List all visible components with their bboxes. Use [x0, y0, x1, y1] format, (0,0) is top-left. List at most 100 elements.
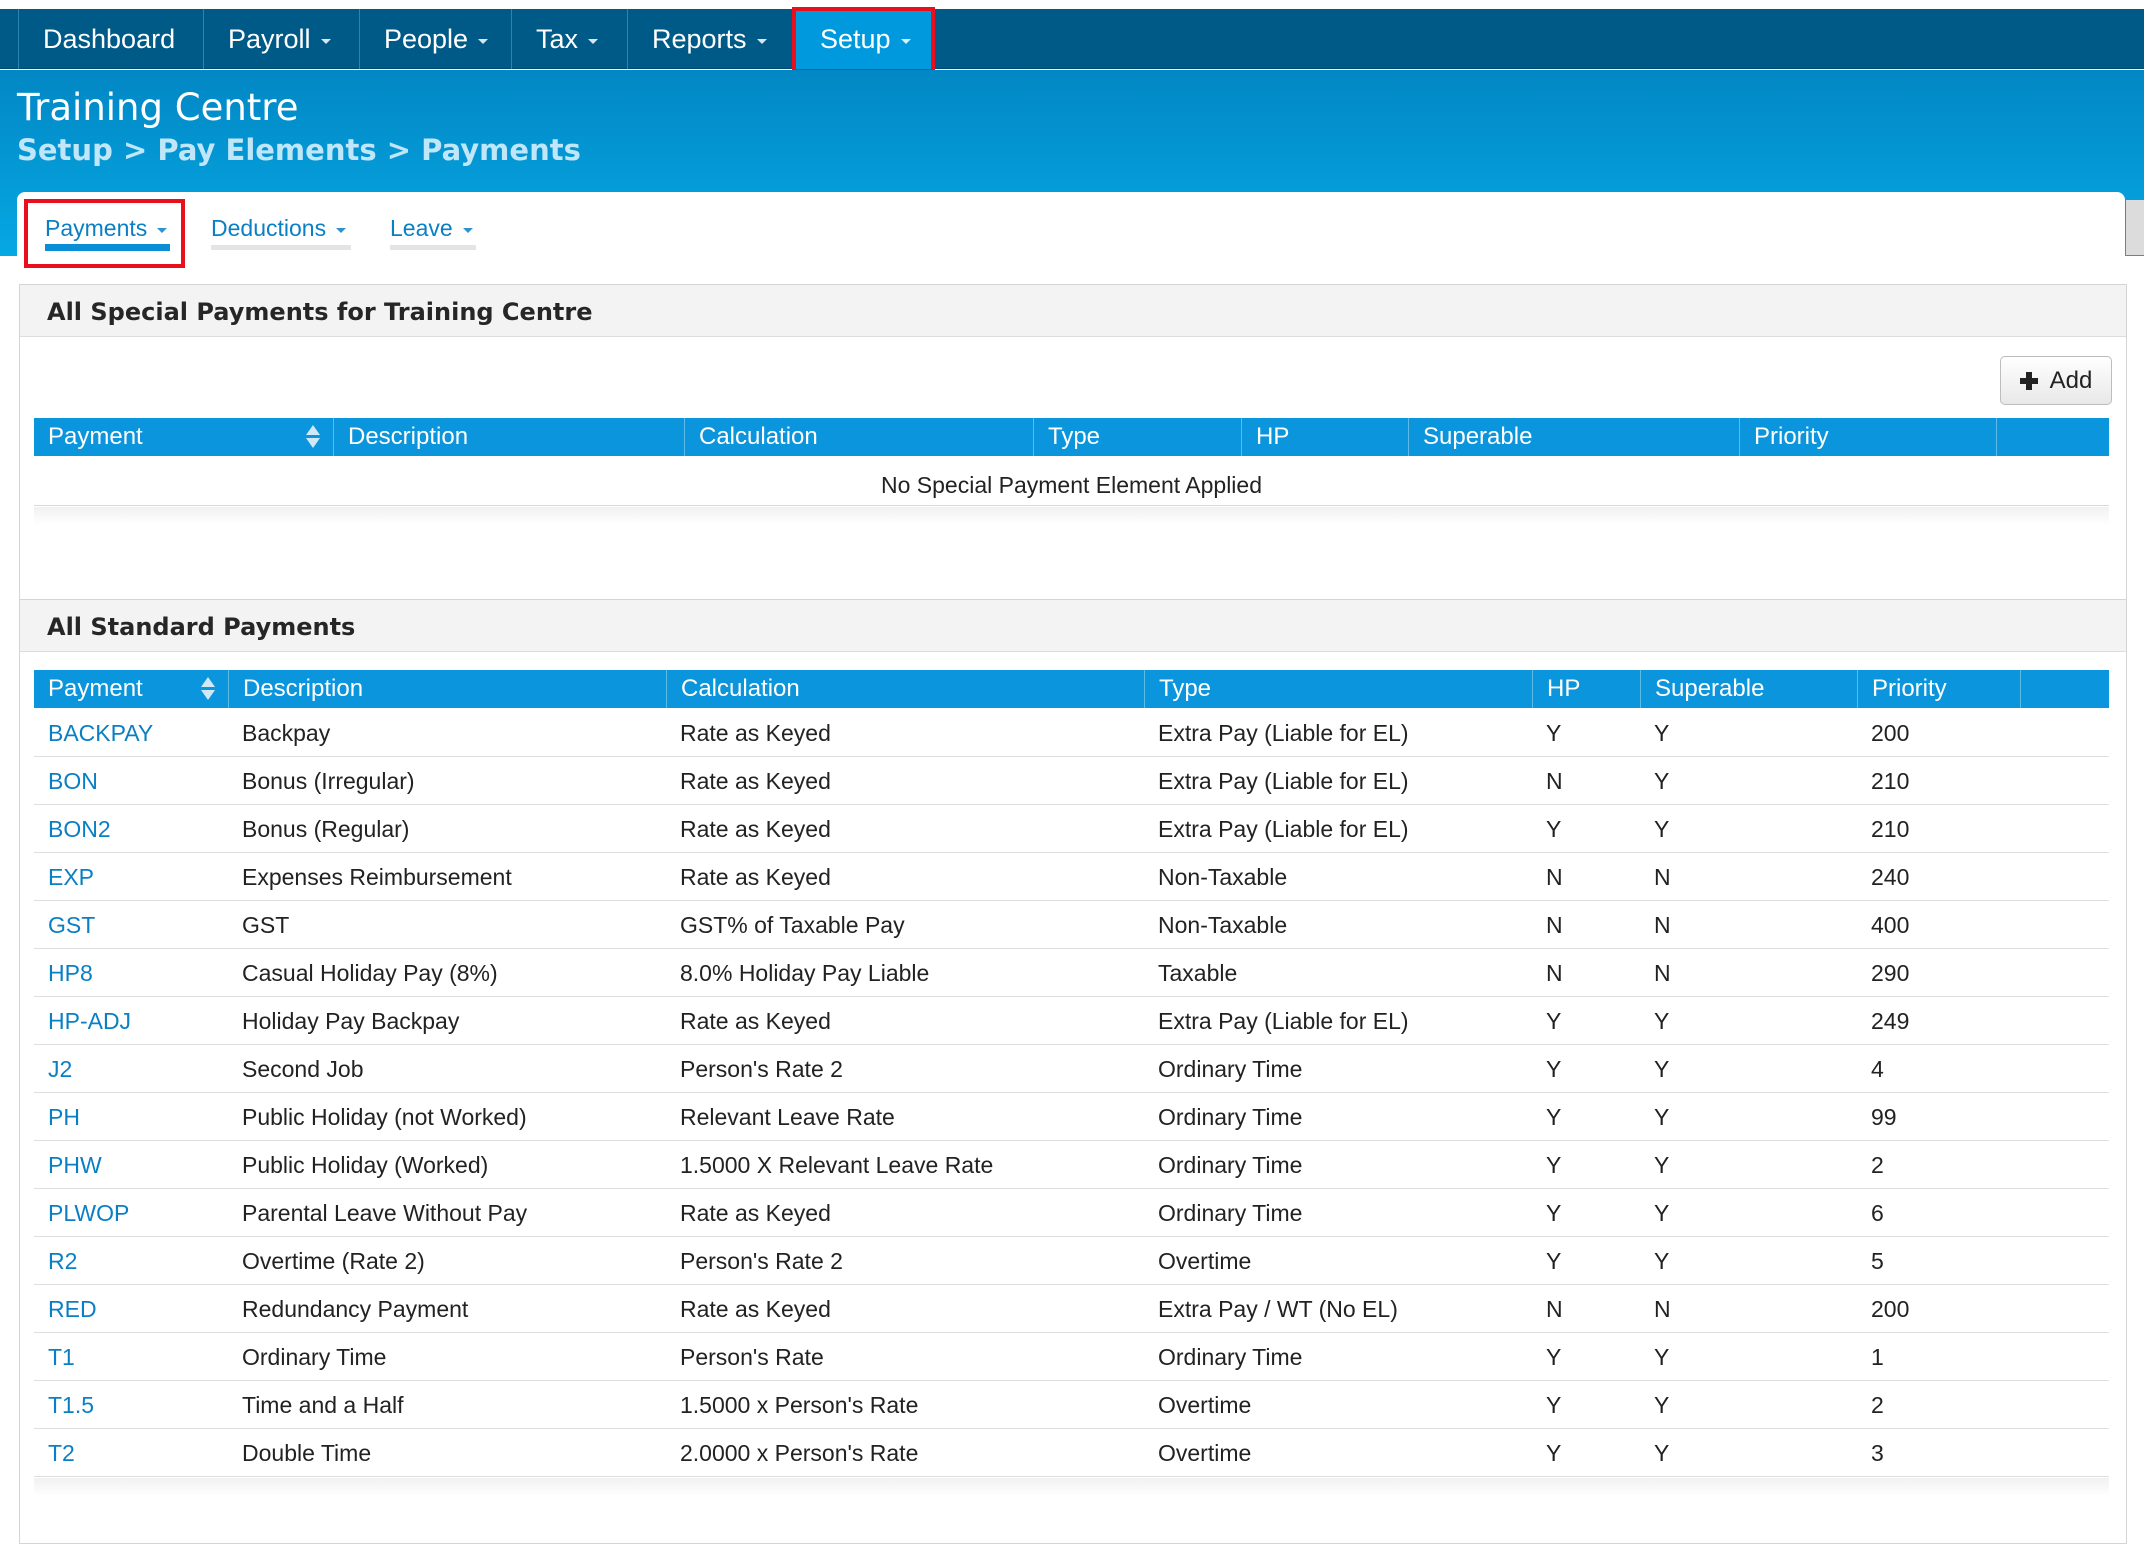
table-row: T2 Double Time 2.0000 x Person's Rate Overt…	[34, 1429, 2109, 1477]
superable-cell: Y	[1654, 815, 1670, 842]
table-row: BACKPAY Backpay Rate as Keyed Extra Pay (Li…	[34, 709, 2109, 757]
col-priority[interactable]: Priority	[1739, 418, 1996, 456]
col-payment[interactable]: Payment	[34, 670, 228, 708]
superable-cell: Y	[1654, 1343, 1670, 1370]
priority-cell: 6	[1871, 1199, 1884, 1226]
calculation-cell: 2.0000 x Person's Rate	[680, 1439, 919, 1466]
payment-code-link[interactable]: PLWOP	[34, 1189, 129, 1237]
table-row: PLWOP Parental Leave Without Pay Rate as K…	[34, 1189, 2109, 1237]
priority-cell: 4	[1871, 1055, 1884, 1082]
calculation-cell: GST% of Taxable Pay	[680, 911, 905, 938]
description-cell: Overtime (Rate 2)	[242, 1247, 425, 1274]
subtab-leave-label: Leave	[390, 214, 453, 241]
payment-code-link[interactable]: HP-ADJ	[34, 997, 131, 1045]
calculation-cell: Rate as Keyed	[680, 1199, 831, 1226]
col-type[interactable]: Type	[1144, 670, 1532, 708]
col-hp[interactable]: HP	[1532, 670, 1640, 708]
payment-code-link[interactable]: PHW	[34, 1141, 102, 1189]
hp-cell: N	[1546, 911, 1563, 938]
col-calculation[interactable]: Calculation	[684, 418, 1033, 456]
priority-cell: 3	[1871, 1439, 1884, 1466]
type-cell: Non-Taxable	[1158, 863, 1288, 890]
breadcrumb-separator: >	[386, 133, 412, 167]
breadcrumb-separator: >	[122, 133, 148, 167]
col-calculation[interactable]: Calculation	[666, 670, 1144, 708]
payment-code-link[interactable]: T2	[34, 1429, 75, 1477]
table-row: J2 Second Job Person's Rate 2 Ordinary Time…	[34, 1045, 2109, 1093]
col-payment[interactable]: Payment	[34, 418, 333, 456]
payment-code-link[interactable]: GST	[34, 901, 95, 949]
superable-cell: N	[1654, 959, 1671, 986]
col-description[interactable]: Description	[228, 670, 666, 708]
col-superable[interactable]: Superable	[1640, 670, 1857, 708]
payment-code-link[interactable]: J2	[34, 1045, 72, 1093]
priority-cell: 200	[1871, 719, 1910, 746]
payment-code-link[interactable]: EXP	[34, 853, 94, 901]
nav-payroll-label: Payroll	[228, 23, 311, 54]
type-cell: Ordinary Time	[1158, 1103, 1303, 1130]
nav-payroll[interactable]: Payroll	[203, 9, 359, 69]
payment-code-link[interactable]: R2	[34, 1237, 77, 1285]
chevron-down-icon	[756, 38, 767, 44]
col-hp[interactable]: HP	[1241, 418, 1408, 456]
hp-cell: N	[1546, 767, 1563, 794]
subtab-payments[interactable]: Payments	[45, 208, 168, 248]
col-payment-label: Payment	[48, 423, 143, 450]
description-cell: Bonus (Regular)	[242, 815, 410, 842]
priority-cell: 1	[1871, 1343, 1884, 1370]
hp-cell: Y	[1546, 1007, 1562, 1034]
priority-cell: 210	[1871, 767, 1910, 794]
nav-reports[interactable]: Reports	[627, 9, 793, 69]
type-cell: Overtime	[1158, 1439, 1252, 1466]
payment-code-link[interactable]: BON2	[34, 805, 111, 853]
table-row: PHW Public Holiday (Worked) 1.5000 X Relev…	[34, 1141, 2109, 1189]
nav-setup[interactable]: Setup	[795, 9, 932, 69]
calculation-cell: 1.5000 x Person's Rate	[680, 1391, 919, 1418]
priority-cell: 200	[1871, 1295, 1910, 1322]
description-cell: Parental Leave Without Pay	[242, 1199, 528, 1226]
chevron-down-icon	[478, 38, 489, 44]
col-superable-label: Superable	[1655, 675, 1765, 702]
col-superable[interactable]: Superable	[1408, 418, 1739, 456]
subtab-leave-indicator	[390, 245, 476, 250]
superable-cell: N	[1654, 911, 1671, 938]
superable-cell: Y	[1654, 1247, 1670, 1274]
chevron-down-icon	[157, 227, 168, 233]
subtab-leave[interactable]: Leave	[390, 208, 473, 248]
special-payments-title: All Special Payments for Training Centre	[47, 298, 593, 326]
col-calculation-label: Calculation	[681, 675, 800, 702]
nav-people-label: People	[384, 23, 469, 54]
chevron-down-icon	[900, 38, 911, 44]
payment-code-link[interactable]: BACKPAY	[34, 709, 153, 757]
nav-tax[interactable]: Tax	[511, 9, 627, 69]
col-type-label: Type	[1048, 423, 1101, 450]
sort-icon[interactable]	[306, 424, 320, 450]
col-description[interactable]: Description	[333, 418, 684, 456]
col-type[interactable]: Type	[1033, 418, 1241, 456]
superable-cell: N	[1654, 863, 1671, 890]
col-calculation-label: Calculation	[699, 423, 818, 450]
nav-people[interactable]: People	[359, 9, 511, 69]
nav-dashboard[interactable]: Dashboard	[18, 9, 203, 69]
payment-code-link[interactable]: T1.5	[34, 1381, 94, 1429]
standard-table-header: Payment Description Calculation Type HP …	[34, 670, 2109, 708]
breadcrumb-setup[interactable]: Setup	[17, 133, 113, 167]
chevron-down-icon	[462, 227, 473, 233]
table-row: R2 Overtime (Rate 2) Person's Rate 2 Overti…	[34, 1237, 2109, 1285]
payment-code-link[interactable]: HP8	[34, 949, 93, 997]
table-row: RED Redundancy Payment Rate as Keyed Extra …	[34, 1285, 2109, 1333]
chevron-down-icon	[336, 227, 347, 233]
payment-code-link[interactable]: PH	[34, 1093, 80, 1141]
col-priority[interactable]: Priority	[1857, 670, 2020, 708]
subtab-deductions[interactable]: Deductions	[211, 208, 347, 248]
sort-icon[interactable]	[201, 676, 215, 702]
scroll-shade	[2126, 200, 2144, 255]
calculation-cell: Person's Rate 2	[680, 1247, 843, 1274]
breadcrumb-pay-elements[interactable]: Pay Elements	[157, 133, 376, 167]
payment-code-link[interactable]: T1	[34, 1333, 75, 1381]
payment-code-link[interactable]: BON	[34, 757, 98, 805]
subtab-payments-indicator	[45, 244, 170, 251]
payment-code-link[interactable]: RED	[34, 1285, 97, 1333]
add-payment-button[interactable]: Add	[2000, 356, 2112, 405]
type-cell: Extra Pay / WT (No EL)	[1158, 1295, 1398, 1322]
